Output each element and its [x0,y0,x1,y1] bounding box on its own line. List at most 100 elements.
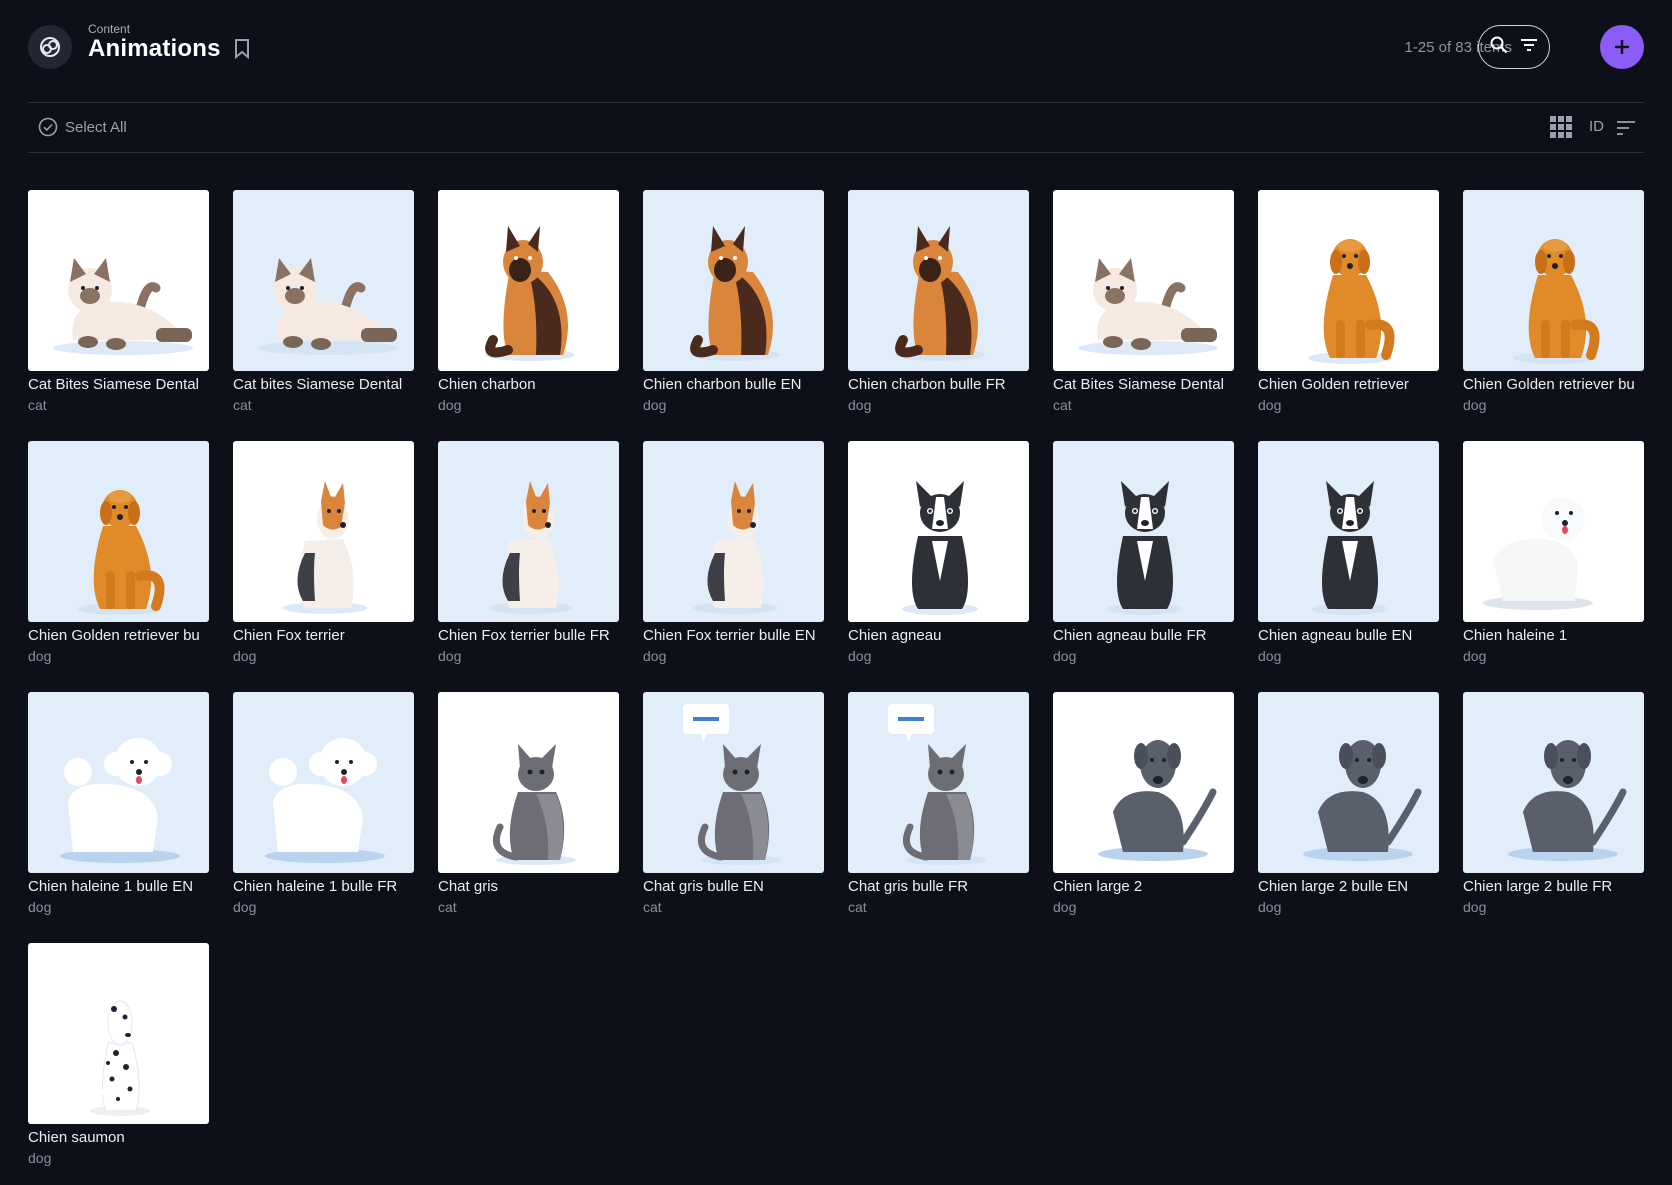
animation-name[interactable]: Chien agneau bulle EN [1258,627,1439,644]
animation-name[interactable]: Chien haleine 1 [1463,627,1644,644]
animation-thumbnail[interactable] [643,692,824,873]
animation-card[interactable]: Chien agneau bulle EN dog [1258,441,1439,664]
animation-card[interactable]: Chien large 2 dog [1053,692,1234,915]
animation-card[interactable]: Chien charbon bulle EN dog [643,190,824,413]
animation-thumbnail[interactable] [438,190,619,371]
animation-thumbnail[interactable] [848,190,1029,371]
animation-thumbnail[interactable] [1053,190,1234,371]
search-icon[interactable] [1489,35,1509,60]
animation-card[interactable]: Cat Bites Siamese Dental cat [1053,190,1234,413]
animation-category: cat [848,899,867,915]
fox-illustration [283,481,367,614]
animation-name[interactable]: Chien large 2 bulle EN [1258,878,1439,895]
animation-name[interactable]: Chien haleine 1 bulle FR [233,878,414,895]
animation-category: cat [233,397,252,413]
list-toolbar: Select All ID [28,103,1644,152]
animation-thumbnail[interactable] [1463,441,1644,622]
animation-card[interactable]: Cat Bites Siamese Dental cat [28,190,209,413]
animation-thumbnail[interactable] [643,190,824,371]
animation-card[interactable]: Chat gris cat [438,692,619,915]
sort-icon[interactable] [1616,120,1636,141]
animation-name[interactable]: Chien Golden retriever [1258,376,1439,393]
animation-card[interactable]: Chien charbon bulle FR dog [848,190,1029,413]
animation-card[interactable]: Chien large 2 bulle FR dog [1463,692,1644,915]
animation-category: dog [28,648,52,664]
animation-name[interactable]: Chien Fox terrier [233,627,414,644]
animation-category: dog [438,648,462,664]
animation-card[interactable]: Chien Golden retriever dog [1258,190,1439,413]
animation-card[interactable]: Chien saumon dog [28,943,209,1166]
golden-illustration [1513,239,1600,364]
animation-category: dog [28,1150,52,1166]
animation-card[interactable]: Cat bites Siamese Dental cat [233,190,414,413]
animation-name[interactable]: Chien Fox terrier bulle FR [438,627,619,644]
animation-card[interactable]: Chien large 2 bulle EN dog [1258,692,1439,915]
animation-thumbnail[interactable] [1053,692,1234,873]
animation-name[interactable]: Cat Bites Siamese Dental [28,376,209,393]
animation-card[interactable]: Chien Fox terrier bulle FR dog [438,441,619,664]
animation-name[interactable]: Chat gris [438,878,619,895]
animation-name[interactable]: Chien agneau bulle FR [1053,627,1234,644]
animation-card[interactable]: Chien Fox terrier dog [233,441,414,664]
animation-thumbnail[interactable] [28,441,209,622]
sort-field-label[interactable]: ID [1589,118,1604,135]
animation-name[interactable]: Cat bites Siamese Dental [233,376,414,393]
animation-name[interactable]: Chat gris bulle EN [643,878,824,895]
animation-name[interactable]: Chien Golden retriever bu [28,627,209,644]
animation-name[interactable]: Chien charbon bulle FR [848,376,1029,393]
page-header: Content Animations 1-25 of 83 items [28,22,1644,74]
animation-category: dog [848,648,872,664]
breadcrumb[interactable]: Content [88,22,130,36]
page-title: Animations [88,35,221,62]
animation-card[interactable]: Chien haleine 1 dog [1463,441,1644,664]
animation-thumbnail[interactable] [233,190,414,371]
select-all-button[interactable]: Select All [38,117,127,137]
animation-name[interactable]: Chien saumon [28,1129,209,1146]
animation-category: dog [1463,648,1487,664]
animation-thumbnail[interactable] [28,190,209,371]
animation-thumbnail[interactable] [1463,190,1644,371]
animation-thumbnail[interactable] [1258,441,1439,622]
add-button[interactable] [1600,25,1644,69]
animation-card[interactable]: Chien agneau dog [848,441,1029,664]
animation-thumbnail[interactable] [1463,692,1644,873]
animation-card[interactable]: Chien Golden retriever bu dog [28,441,209,664]
animation-name[interactable]: Chien large 2 [1053,878,1234,895]
animation-name[interactable]: Chien charbon bulle EN [643,376,824,393]
filter-icon[interactable] [1519,35,1539,60]
animation-name[interactable]: Chien large 2 bulle FR [1463,878,1644,895]
animation-name[interactable]: Chat gris bulle FR [848,878,1029,895]
animation-card[interactable]: Chien haleine 1 bulle EN dog [28,692,209,915]
animation-thumbnail[interactable] [28,692,209,873]
boston-illustration [1107,481,1183,615]
animation-name[interactable]: Chien haleine 1 bulle EN [28,878,209,895]
animation-thumbnail[interactable] [1053,441,1234,622]
animation-name[interactable]: Chien Golden retriever bu [1463,376,1644,393]
animation-thumbnail[interactable] [233,441,414,622]
animation-name[interactable]: Chien Fox terrier bulle EN [643,627,824,644]
animation-thumbnail[interactable] [1258,692,1439,873]
bookmark-icon[interactable] [233,37,251,61]
animation-thumbnail[interactable] [233,692,414,873]
animation-thumbnail[interactable] [438,441,619,622]
animation-card[interactable]: Chat gris bulle FR cat [848,692,1029,915]
animation-thumbnail[interactable] [643,441,824,622]
animation-name[interactable]: Chien agneau [848,627,1029,644]
animation-name[interactable]: Chien charbon [438,376,619,393]
animation-thumbnail[interactable] [28,943,209,1124]
animation-thumbnail[interactable] [848,692,1029,873]
animation-card[interactable]: Chien agneau bulle FR dog [1053,441,1234,664]
animation-name[interactable]: Cat Bites Siamese Dental [1053,376,1234,393]
toolbar-divider [28,152,1644,153]
animation-card[interactable]: Chien charbon dog [438,190,619,413]
animation-card[interactable]: Chat gris bulle EN cat [643,692,824,915]
animation-thumbnail[interactable] [438,692,619,873]
animation-category: dog [848,397,872,413]
animation-thumbnail[interactable] [1258,190,1439,371]
grid-view-icon[interactable] [1550,116,1572,143]
animation-card[interactable]: Chien Fox terrier bulle EN dog [643,441,824,664]
animation-thumbnail[interactable] [848,441,1029,622]
animation-card[interactable]: Chien haleine 1 bulle FR dog [233,692,414,915]
animation-rings-icon[interactable] [28,25,72,69]
animation-card[interactable]: Chien Golden retriever bu dog [1463,190,1644,413]
